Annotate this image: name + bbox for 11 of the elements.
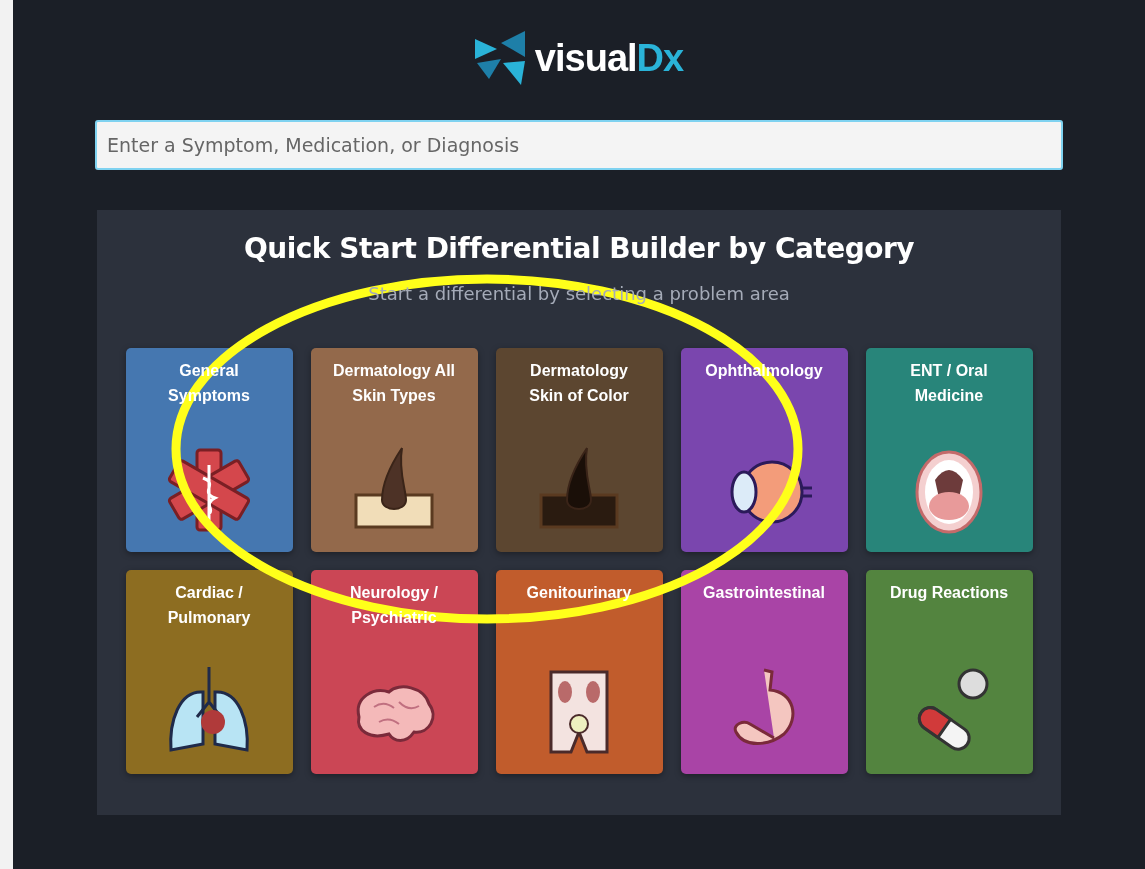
category-card[interactable]: Genitourinary xyxy=(495,570,663,774)
category-card[interactable]: Cardiac / Pulmonary xyxy=(125,570,293,774)
search-field[interactable]: Enter a Symptom, Medication, or Diagnosis xyxy=(95,120,1063,170)
category-card[interactable]: ENT / Oral Medicine xyxy=(865,348,1033,552)
panel-title: Quick Start Differential Builder by Category xyxy=(243,232,915,265)
logo-text: visualDx xyxy=(534,36,684,80)
category-card[interactable]: Neurology / Psychiatric xyxy=(310,570,478,774)
category-card[interactable]: Dermatology Skin of Color xyxy=(495,348,663,552)
category-card[interactable]: Drug Reactions xyxy=(865,570,1033,774)
category-card[interactable]: Gastrointestinal xyxy=(680,570,848,774)
category-card[interactable]: Dermatology All Skin Types xyxy=(310,348,478,552)
